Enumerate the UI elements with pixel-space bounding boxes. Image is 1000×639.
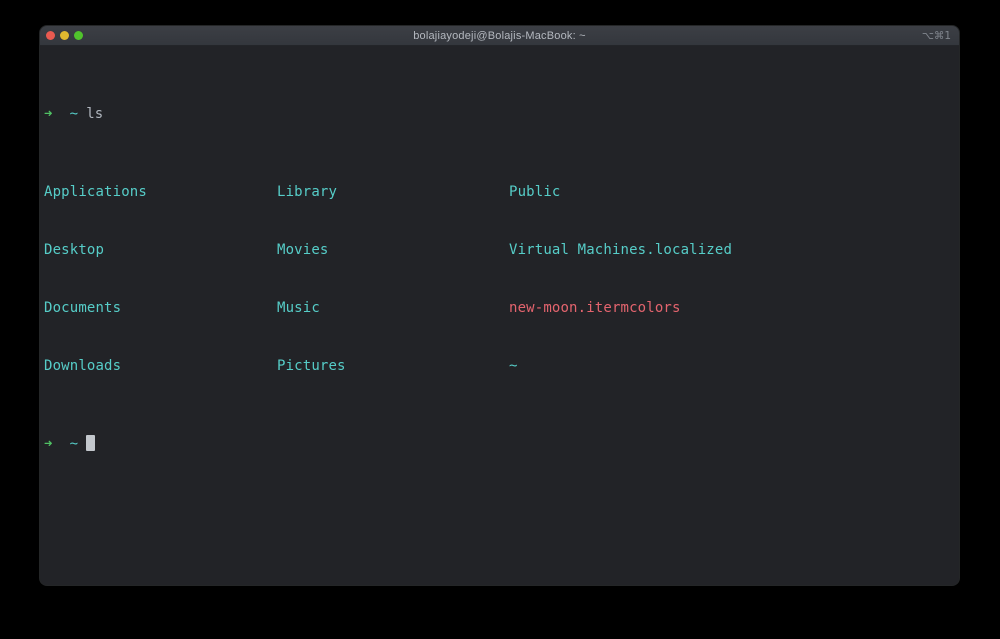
listing-item: Applications bbox=[44, 183, 147, 200]
zoom-button[interactable] bbox=[74, 31, 83, 40]
command-text: ls bbox=[86, 106, 104, 123]
prompt-path: ~ bbox=[69, 106, 79, 123]
listing-row: Documents Music new-moon.itermcolors bbox=[44, 299, 955, 318]
prompt-arrow-icon: ➜ bbox=[44, 436, 53, 453]
listing-item: Downloads bbox=[44, 358, 122, 375]
listing-item: Desktop bbox=[44, 242, 105, 259]
listing-item: ~ bbox=[509, 358, 518, 375]
terminal-cursor bbox=[86, 435, 96, 452]
listing-item: Music bbox=[277, 300, 320, 317]
listing-row: Desktop Movies Virtual Machines.localize… bbox=[44, 241, 955, 260]
listing-item: Library bbox=[277, 183, 338, 200]
close-button[interactable] bbox=[46, 31, 55, 40]
prompt-arrow-icon: ➜ bbox=[44, 106, 53, 123]
listing-item: Pictures bbox=[277, 358, 346, 375]
listing-item: Public bbox=[509, 183, 561, 200]
prompt-line-active[interactable]: ➜ ~ bbox=[44, 435, 955, 454]
listing-item-highlighted: new-moon.itermcolors bbox=[509, 300, 681, 317]
terminal-window: bolajiayodeji@Bolajis-MacBook: ~ ⌥⌘1 ➜ ~ l… bbox=[40, 26, 959, 585]
terminal-output[interactable]: ➜ ~ ls Applications Library Public Desktop… bbox=[40, 46, 959, 513]
prompt-path: ~ bbox=[69, 436, 79, 453]
traffic-lights bbox=[46, 26, 83, 45]
listing-row: Applications Library Public bbox=[44, 183, 955, 202]
listing-item: Virtual Machines.localized bbox=[509, 242, 733, 259]
prompt-line-executed: ➜ ~ ls bbox=[44, 105, 955, 124]
minimize-button[interactable] bbox=[60, 31, 69, 40]
listing-item: Movies bbox=[277, 242, 329, 259]
listing-item: Documents bbox=[44, 300, 122, 317]
title-bar[interactable]: bolajiayodeji@Bolajis-MacBook: ~ ⌥⌘1 bbox=[40, 26, 959, 46]
listing-row: Downloads Pictures ~ bbox=[44, 357, 955, 376]
window-shortcut-badge: ⌥⌘1 bbox=[921, 29, 951, 42]
window-title: bolajiayodeji@Bolajis-MacBook: ~ bbox=[413, 29, 586, 42]
